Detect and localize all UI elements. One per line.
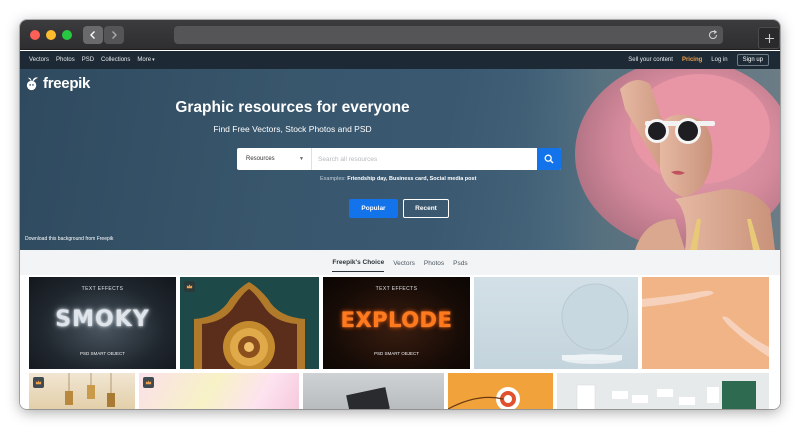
- reaching-hands-illustration: [642, 290, 769, 357]
- tile-effect-word: SMOKY: [55, 307, 150, 332]
- tab-psds[interactable]: Psds: [453, 254, 467, 272]
- chevron-down-icon: ▾: [152, 57, 155, 63]
- resource-tile-branding[interactable]: [557, 373, 769, 409]
- nav-link-collections[interactable]: Collections: [101, 57, 130, 63]
- chevron-down-icon: ▼: [299, 156, 304, 162]
- resource-tile-lanterns[interactable]: [29, 373, 135, 409]
- tab-freepiks-choice[interactable]: Freepik's Choice: [332, 253, 385, 272]
- search-examples: Examples: Friendship day, Business card,…: [320, 176, 476, 182]
- browser-window: Vectors Photos PSD Collections More▾ Sel…: [20, 20, 780, 409]
- crown-icon: [145, 380, 152, 385]
- resource-tile-explode[interactable]: TEXT EFFECTS EXPLODE PSD SMART OBJECT: [323, 277, 470, 369]
- new-tab-button[interactable]: [758, 27, 780, 49]
- hero-banner: freepik Graphic resources for everyone F…: [20, 69, 780, 250]
- resource-tile-hands[interactable]: [642, 277, 769, 369]
- nav-more-label: More: [137, 57, 152, 63]
- resource-tile-orange-target[interactable]: [448, 373, 553, 409]
- search-button[interactable]: [537, 148, 561, 170]
- nav-link-psd[interactable]: PSD: [82, 57, 94, 63]
- content-tabs: Freepik's Choice Vectors Photos Psds: [20, 250, 780, 275]
- close-window-button[interactable]: [30, 30, 40, 40]
- nav-link-vectors[interactable]: Vectors: [29, 57, 49, 63]
- branding-mockup: [576, 381, 756, 409]
- site-nav: Vectors Photos PSD Collections More▾ Sel…: [20, 51, 780, 69]
- example-links[interactable]: Friendship day, Business card, Social me…: [347, 176, 476, 182]
- tab-vectors[interactable]: Vectors: [393, 254, 415, 272]
- plus-icon: [764, 33, 774, 43]
- search-icon: [544, 154, 554, 164]
- sell-content-link[interactable]: Sell your content: [628, 57, 673, 63]
- podium-illustration: [561, 283, 629, 364]
- resource-grid: TEXT EFFECTS SMOKY PSD SMART OBJECT TEXT…: [20, 275, 780, 409]
- tile-effect-word: EXPLODE: [340, 308, 453, 332]
- business-card-mockup: [346, 387, 390, 409]
- logo-text: freepik: [43, 75, 91, 92]
- back-button[interactable]: [83, 26, 103, 44]
- freepik-logo-icon: [26, 77, 39, 91]
- tile-caption: PSD SMART OBJECT: [373, 351, 420, 356]
- address-bar[interactable]: [174, 26, 723, 44]
- resource-tile-watercolor[interactable]: [139, 373, 299, 409]
- tile-label: TEXT EFFECTS: [375, 286, 418, 292]
- resource-tile-business-card[interactable]: [303, 373, 444, 409]
- chevron-right-icon: [112, 31, 117, 39]
- signup-button[interactable]: Sign up: [736, 54, 769, 66]
- search-category-select[interactable]: Resources ▼: [237, 148, 312, 170]
- premium-badge: [143, 377, 154, 388]
- chevron-left-icon: [90, 31, 95, 39]
- zoom-window-button[interactable]: [62, 30, 72, 40]
- freepik-logo[interactable]: freepik: [25, 75, 90, 92]
- hero-photo-woman-sunhat: [525, 69, 780, 250]
- resource-tile-ornament[interactable]: [180, 277, 319, 369]
- lanterns-illustration: [65, 373, 115, 407]
- examples-label: Examples:: [320, 176, 346, 182]
- resource-tile-podium[interactable]: [474, 277, 638, 369]
- search-input[interactable]: [312, 148, 537, 170]
- nav-link-more[interactable]: More▾: [137, 57, 154, 63]
- browser-toolbar: [20, 20, 780, 50]
- popular-button[interactable]: Popular: [349, 199, 398, 218]
- login-link[interactable]: Log in: [711, 57, 727, 63]
- nav-link-photos[interactable]: Photos: [56, 57, 75, 63]
- hero-title: Graphic resources for everyone: [175, 99, 410, 116]
- recent-button[interactable]: Recent: [403, 199, 449, 218]
- hero-subtitle: Find Free Vectors, Stock Photos and PSD: [213, 124, 372, 134]
- reload-icon[interactable]: [707, 29, 719, 41]
- tile-label: TEXT EFFECTS: [81, 286, 124, 292]
- pricing-link[interactable]: Pricing: [682, 57, 702, 63]
- mandala-arch-illustration: [194, 282, 305, 369]
- background-credit-link[interactable]: Download this background from Freepik: [25, 236, 113, 242]
- search-bar: Resources ▼: [237, 148, 561, 170]
- target-illustration: [448, 387, 520, 409]
- search-category-value: Resources: [246, 156, 275, 162]
- resource-tile-smoky[interactable]: TEXT EFFECTS SMOKY PSD SMART OBJECT: [29, 277, 176, 369]
- tab-photos[interactable]: Photos: [424, 254, 444, 272]
- forward-button[interactable]: [104, 26, 124, 44]
- minimize-window-button[interactable]: [46, 30, 56, 40]
- tile-caption: PSD SMART OBJECT: [79, 351, 126, 356]
